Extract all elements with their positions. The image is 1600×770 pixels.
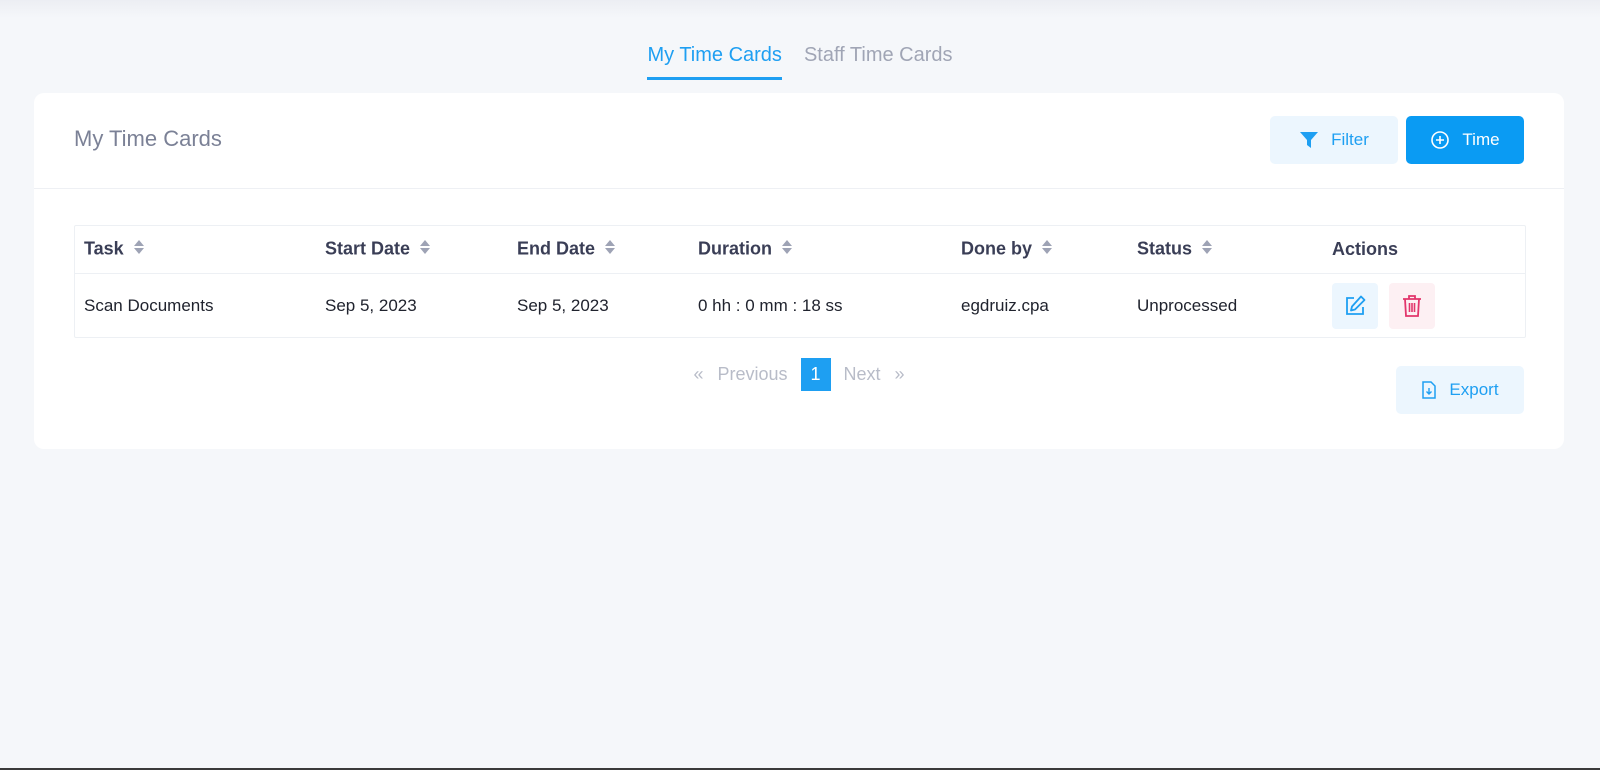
cell-end-date: Sep 5, 2023 [517,295,609,315]
column-header-actions: Actions [1323,226,1525,274]
column-header-label: Start Date [325,238,411,259]
column-header-label: Task [84,238,124,259]
next-page-link[interactable]: Next [837,364,888,385]
column-header-task[interactable]: Task [75,226,316,274]
edit-icon [1343,294,1367,318]
add-time-button[interactable]: Time [1406,116,1524,164]
column-header-label: Actions [1332,239,1399,259]
tab-my-time-cards[interactable]: My Time Cards [647,40,782,80]
column-header-status[interactable]: Status [1128,226,1323,274]
sort-icon [419,238,431,261]
table-row: Scan Documents Sep 5, 2023 Sep 5, 2023 0… [75,274,1525,338]
column-header-end-date[interactable]: End Date [508,226,689,274]
cell-actions [1323,274,1525,338]
panel-header: My Time Cards Filter Time [34,93,1564,189]
delete-button[interactable] [1388,282,1435,329]
cell-status: Unprocessed [1137,295,1238,315]
page-1-button[interactable]: 1 [800,358,831,391]
pagination: « Previous 1 Next » [34,358,1564,391]
sort-icon [1201,238,1213,261]
column-header-label: Done by [961,238,1033,259]
add-time-button-label: Time [1462,130,1500,149]
cell-duration: 0 hh : 0 mm : 18 ss [698,295,843,315]
time-cards-panel: My Time Cards Filter Time Task Start Dat… [34,93,1564,449]
sort-icon [604,238,616,261]
filter-icon [1299,130,1319,150]
top-bar [0,0,1600,18]
filter-button-label: Filter [1331,130,1369,149]
column-header-label: Status [1137,238,1193,259]
trash-icon [1401,294,1423,318]
cell-task: Scan Documents [84,295,214,315]
sort-icon [781,238,793,261]
column-header-done-by[interactable]: Done by [952,226,1128,274]
file-export-icon [1421,381,1437,399]
cell-done-by: egdruiz.cpa [961,295,1049,315]
filter-button[interactable]: Filter [1270,116,1398,164]
cell-start-date: Sep 5, 2023 [325,295,417,315]
table-header-row: Task Start Date End Date Duration Done b… [75,226,1525,274]
tab-bar: My Time Cards Staff Time Cards [0,40,1600,80]
export-button-label: Export [1449,380,1499,399]
plus-circle-icon [1430,130,1450,150]
tab-staff-time-cards[interactable]: Staff Time Cards [804,40,953,80]
page-title: My Time Cards [74,126,222,151]
sort-icon [133,238,145,261]
export-button[interactable]: Export [1396,366,1524,414]
first-page-link[interactable]: « [686,364,710,385]
column-header-label: End Date [517,238,596,259]
column-header-start-date[interactable]: Start Date [316,226,508,274]
sort-icon [1041,238,1053,261]
column-header-duration[interactable]: Duration [689,226,952,274]
last-page-link[interactable]: » [888,364,912,385]
edit-button[interactable] [1332,282,1378,329]
time-cards-table: Task Start Date End Date Duration Done b… [74,225,1526,338]
column-header-label: Duration [698,238,772,259]
previous-page-link[interactable]: Previous [710,364,794,385]
